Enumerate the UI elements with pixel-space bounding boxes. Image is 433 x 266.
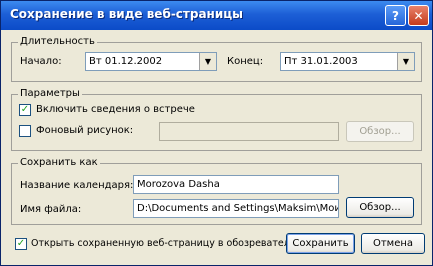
- cancel-button[interactable]: Отмена: [361, 233, 425, 254]
- include-meetings-checkbox[interactable]: ✓: [19, 104, 31, 116]
- dialog-title: Сохранение в виде веб-страницы: [10, 7, 243, 21]
- open-in-browser-checkbox[interactable]: ✓: [15, 238, 27, 250]
- start-date-combo[interactable]: Вт 01.12.2002 ▼: [85, 52, 217, 71]
- calendar-name-value: Morozova Dasha: [137, 179, 220, 190]
- save-as-web-page-dialog: Сохранение в виде веб-страницы ? ✕ Длите…: [0, 0, 433, 266]
- background-checkbox[interactable]: [19, 125, 31, 137]
- calendar-name-label: Название календаря:: [20, 180, 134, 191]
- file-browse-button[interactable]: Обзор...: [346, 197, 414, 218]
- close-icon[interactable]: ✕: [408, 5, 429, 26]
- parameters-legend: Параметры: [18, 88, 82, 99]
- background-label: Фоновый рисунок:: [36, 125, 134, 136]
- start-label: Начало:: [20, 56, 62, 67]
- calendar-name-input[interactable]: Morozova Dasha: [133, 175, 339, 194]
- start-date-value: Вт 01.12.2002: [89, 56, 163, 67]
- include-meetings-label: Включить сведения о встрече: [36, 104, 195, 115]
- end-label: Конец:: [227, 56, 264, 67]
- dropdown-arrow-icon[interactable]: ▼: [397, 53, 414, 70]
- help-icon[interactable]: ?: [385, 5, 406, 26]
- save-as-legend: Сохранить как: [18, 157, 100, 168]
- background-browse-button[interactable]: Обзор...: [346, 121, 414, 142]
- file-name-value: D:\Documents and Settings\Maksim\Мои док…: [137, 203, 339, 214]
- background-field[interactable]: [159, 122, 339, 141]
- file-name-label: Имя файла:: [20, 204, 82, 215]
- dropdown-arrow-icon[interactable]: ▼: [199, 53, 216, 70]
- file-name-input[interactable]: D:\Documents and Settings\Maksim\Мои док…: [133, 199, 339, 218]
- save-button[interactable]: Сохранить: [286, 233, 355, 254]
- title-bar[interactable]: Сохранение в виде веб-страницы ? ✕: [1, 1, 432, 30]
- open-in-browser-label: Открыть сохраненную веб-страницу в обозр…: [31, 238, 296, 249]
- duration-legend: Длительность: [18, 36, 97, 47]
- end-date-value: Пт 31.01.2003: [284, 56, 358, 67]
- end-date-combo[interactable]: Пт 31.01.2003 ▼: [280, 52, 415, 71]
